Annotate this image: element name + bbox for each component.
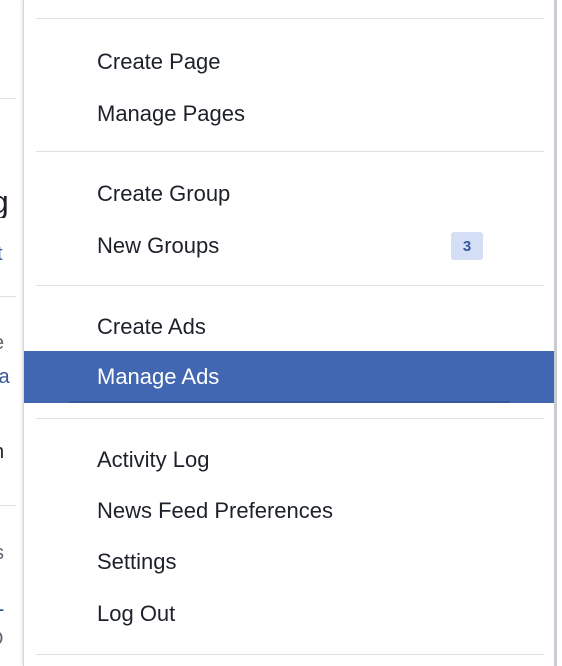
menu-right-border <box>554 0 557 666</box>
screenshot: g st e la n s - D Create Page Manage Pag… <box>0 0 562 666</box>
menu-item-label: Create Group <box>97 181 231 206</box>
menu-item-label: Create Ads <box>97 314 206 339</box>
menu-item-manage-pages[interactable]: Manage Pages <box>24 88 555 140</box>
background-text-fragment: s <box>0 543 20 563</box>
menu-item-new-groups[interactable]: New Groups 3 <box>24 220 555 272</box>
background-link-fragment[interactable]: st <box>0 244 13 264</box>
account-dropdown-menu: Create Page Manage Pages Create Group Ne… <box>23 0 555 666</box>
background-link-fragment[interactable]: - <box>0 598 23 620</box>
menu-item-label: Manage Ads <box>97 364 220 389</box>
menu-item-create-page[interactable]: Create Page <box>24 36 555 88</box>
menu-item-label: Manage Pages <box>97 101 245 126</box>
background-divider <box>0 505 16 506</box>
menu-item-create-group[interactable]: Create Group <box>24 168 555 220</box>
new-groups-count-badge: 3 <box>451 232 483 260</box>
menu-item-create-ads[interactable]: Create Ads <box>24 301 555 353</box>
menu-item-news-feed-preferences[interactable]: News Feed Preferences <box>24 485 555 537</box>
menu-item-log-out[interactable]: Log Out <box>24 588 555 640</box>
menu-separator <box>36 654 544 655</box>
menu-item-settings[interactable]: Settings <box>24 536 555 588</box>
menu-item-label: Settings <box>97 549 177 574</box>
background-text-fragment: D <box>0 629 15 649</box>
background-text-fragment: e <box>0 333 19 353</box>
background-divider <box>0 296 16 297</box>
background-link-fragment[interactable]: la <box>0 367 20 387</box>
menu-item-label: Log Out <box>97 601 176 626</box>
active-item-underline <box>69 401 510 403</box>
menu-item-activity-log[interactable]: Activity Log <box>24 434 555 486</box>
menu-item-manage-ads[interactable]: Manage Ads <box>24 351 555 403</box>
menu-separator <box>36 18 544 19</box>
menu-separator <box>36 418 544 419</box>
menu-separator <box>36 151 544 152</box>
menu-item-label: Activity Log <box>97 447 210 472</box>
background-divider <box>0 98 16 99</box>
menu-item-label: Create Page <box>97 49 221 74</box>
menu-item-label: News Feed Preferences <box>97 498 333 523</box>
background-text-fragment: g <box>0 186 17 218</box>
menu-item-label: New Groups <box>97 233 220 258</box>
menu-separator <box>36 285 544 286</box>
background-text-fragment: n <box>0 442 19 462</box>
